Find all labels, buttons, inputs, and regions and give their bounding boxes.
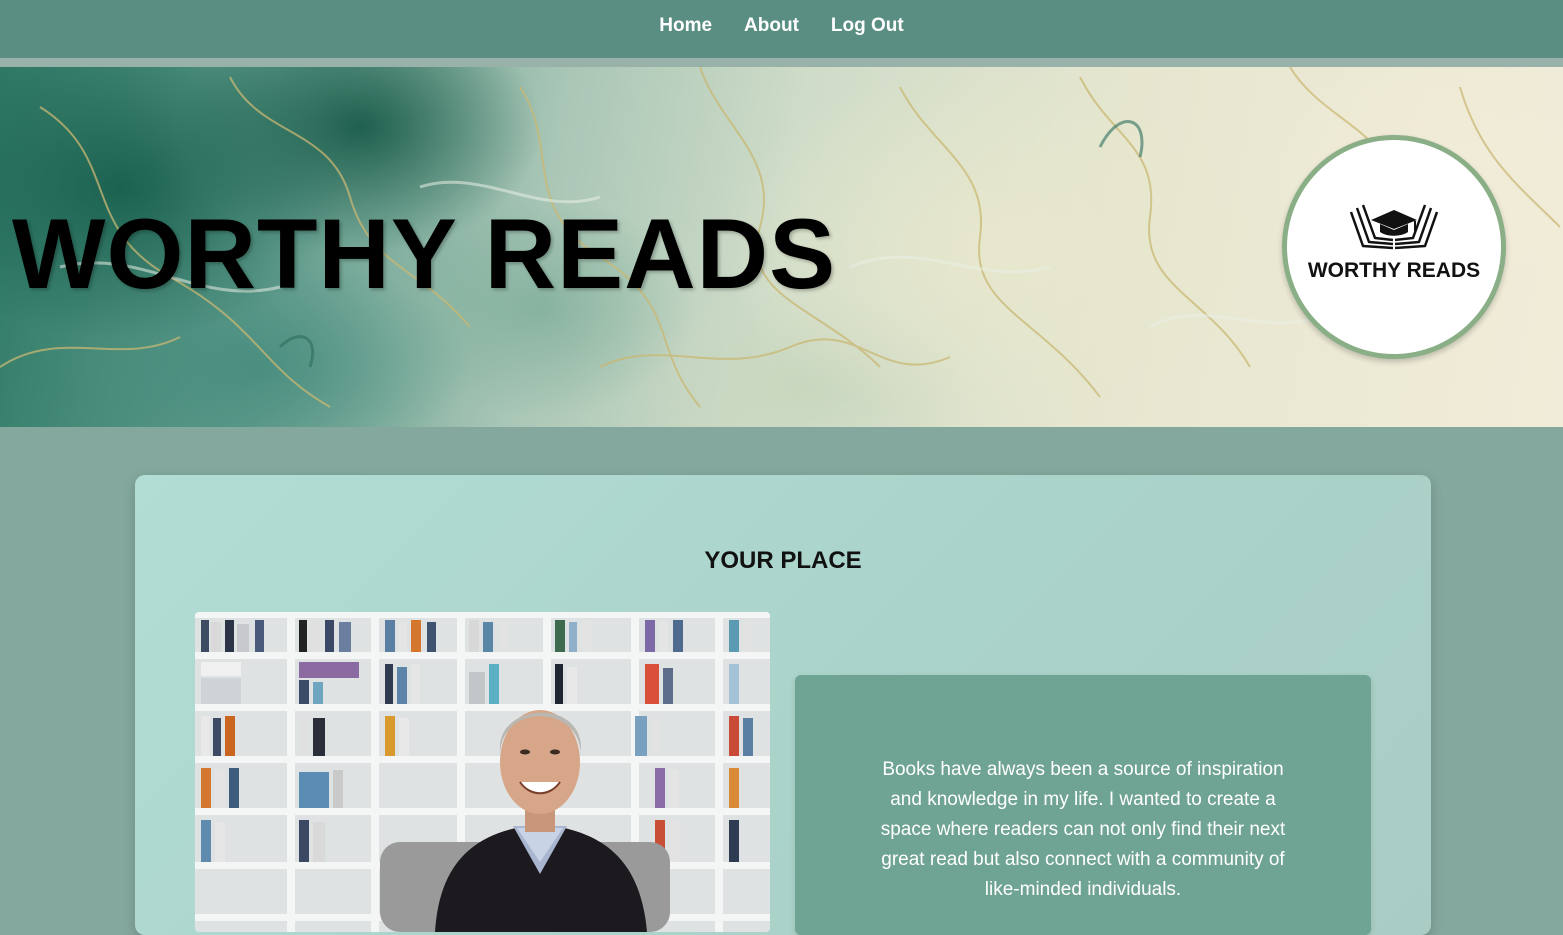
about-text-box: Books have always been a source of inspi… <box>795 675 1371 935</box>
nav-logout-link[interactable]: Log Out <box>831 15 904 37</box>
logo-text: WORTHY READS <box>1307 259 1481 282</box>
photo-bookshelf-portrait <box>195 612 770 932</box>
main-card: YOUR PLACE Books have always been a sour… <box>135 475 1431 935</box>
owner-photo <box>195 612 770 932</box>
top-navbar: Home About Log Out <box>0 0 1563 58</box>
hero-title: WORTHY READS <box>12 198 837 309</box>
section-title: YOUR PLACE <box>704 547 862 574</box>
brand-logo: WORTHY READS <box>1282 135 1506 359</box>
nav-divider <box>0 58 1563 67</box>
nav-home-link[interactable]: Home <box>659 15 712 37</box>
hero-banner: WORTHY READS WORTHY READS <box>0 67 1563 427</box>
nav-about-link[interactable]: About <box>744 15 799 37</box>
book-graduation-cap-logo-icon <box>1349 204 1439 250</box>
about-paragraph: Books have always been a source of inspi… <box>880 759 1286 900</box>
